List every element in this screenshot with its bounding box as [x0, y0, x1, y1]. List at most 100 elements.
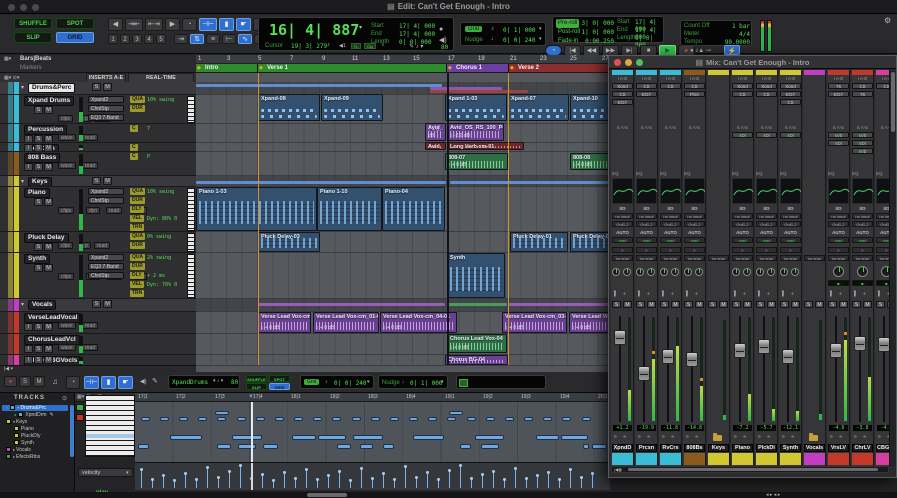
send-empty[interactable]: ·	[852, 156, 873, 161]
clip-verse-lead-vox-cm-03-01[interactable]: Verse Lead Vox-cm_03-01 ↕ + 0 dB	[502, 312, 567, 333]
strip-mute-button[interactable]: M	[671, 301, 680, 308]
midi-selector-tool[interactable]: ▮	[101, 376, 116, 389]
clip-chorus-bg-04[interactable]: Chorus BG-04	[445, 355, 508, 365]
velocity-stem-dot[interactable]	[591, 472, 594, 475]
midi-note-grid[interactable]	[135, 402, 610, 462]
strip-menu-icon[interactable]: ≡	[878, 434, 881, 440]
track-mute-button[interactable]: M	[44, 135, 53, 142]
midi-note[interactable]	[237, 417, 246, 421]
velocity-stem[interactable]	[305, 468, 308, 488]
track-mute-button[interactable]: M	[44, 144, 53, 151]
grabber-tool[interactable]: ☛	[236, 18, 251, 31]
midi-grid-playhead[interactable]	[251, 402, 253, 462]
clip-xpand-1-03[interactable]: Xpand 1-03	[445, 94, 507, 121]
rtp-qua[interactable]: QUA	[130, 188, 146, 195]
midi-scrub-icon[interactable]: ◀)	[140, 378, 147, 385]
track-tag-clips[interactable]: clips	[58, 273, 75, 280]
mix-vscrollbar[interactable]	[889, 70, 896, 466]
track-mute-button[interactable]: M	[44, 106, 53, 114]
folder-arrow-icon[interactable]: ▾	[13, 419, 15, 424]
output-path-selector[interactable]: Out1-2	[828, 221, 849, 227]
automation-mode-selector[interactable]: read	[756, 237, 777, 243]
eq-curve-display[interactable]	[612, 178, 633, 204]
input-monitor-button[interactable]: ▌	[758, 291, 762, 297]
send-empty[interactable]: ·	[684, 132, 705, 137]
pan-knob-left[interactable]	[732, 268, 740, 276]
midi-trim-tool[interactable]: ⊣⊢	[84, 376, 99, 389]
record-arm-button[interactable]: ●	[839, 291, 842, 297]
insert-empty[interactable]: ·	[852, 115, 873, 120]
insert-empty[interactable]: ·	[612, 107, 633, 112]
clip-long-verb-cm-01[interactable]: Long Verb.cm-01	[447, 142, 524, 150]
rtp-trn[interactable]: TRN	[130, 224, 145, 231]
rtp-qua[interactable]: QUA	[130, 233, 146, 240]
midi-note[interactable]	[332, 417, 341, 421]
input-path-selector[interactable]: no input	[684, 213, 705, 219]
zoom-preset-4[interactable]: 4	[144, 34, 154, 44]
insert-slot-xpand2[interactable]: Xpand2	[88, 96, 124, 103]
mode-shuffle[interactable]: SHUFFLE	[14, 18, 52, 29]
track-input-button[interactable]: I	[24, 356, 33, 364]
fader-value[interactable]: -19.9	[636, 424, 657, 432]
fader-value[interactable]: -3.8	[852, 424, 873, 432]
tracklist-gear-icon[interactable]: ▦▾ ⊙▾	[4, 75, 19, 81]
toolbar-gear-icon[interactable]: ⚙	[884, 16, 891, 25]
send-empty[interactable]: ·	[660, 156, 681, 161]
insert-xpnd[interactable]: Xpnd	[732, 83, 753, 89]
midi-note[interactable]	[371, 417, 380, 421]
velocity-stem-dot[interactable]	[580, 476, 583, 479]
velocity-stem[interactable]	[272, 479, 275, 488]
rtp-dly[interactable]: DLY	[130, 206, 144, 213]
velocity-stem-dot[interactable]	[481, 473, 484, 476]
record-arm-button[interactable]: ●	[863, 291, 866, 297]
rtp-c[interactable]: C	[130, 125, 138, 132]
insert-empty[interactable]: ·	[660, 99, 681, 104]
track-header-keys[interactable]: ▾ Keys S M	[0, 176, 196, 187]
insert-empty[interactable]: ·	[828, 107, 849, 112]
audio-zoom-tool[interactable]: ⇤⇥	[145, 18, 163, 31]
clip-808-08[interactable]: 808-08 ↕ + 0 dB	[570, 153, 610, 170]
selection-end-line[interactable]	[507, 73, 509, 365]
fader-value[interactable]: +1.2	[612, 424, 633, 432]
insert-xpnd[interactable]: Xpnd	[612, 83, 633, 89]
track-mini-keyboard[interactable]	[187, 233, 195, 252]
velocity-stem-dot[interactable]	[217, 476, 220, 479]
track-solo-button[interactable]: S	[34, 323, 43, 331]
eq-curve-display[interactable]	[828, 178, 849, 204]
highlighted-key[interactable]	[86, 434, 134, 438]
clip-xpand-10[interactable]: Xpand-10	[570, 94, 610, 121]
midi-track-item-efectsrtns[interactable]: ▸EfectsRtns	[2, 454, 68, 460]
velocity-stem-dot[interactable]	[140, 468, 143, 471]
track-input-button[interactable]: I	[24, 323, 33, 331]
fader-handle[interactable]	[686, 352, 698, 367]
midi-note[interactable]	[467, 417, 476, 421]
insert-slot-chnlstp[interactable]: ChnlStp	[88, 105, 124, 112]
link-timeline-selection[interactable]: ≡	[206, 34, 220, 44]
strip-menu-icon[interactable]: ≡	[662, 434, 665, 440]
midi-track-item-pluckdly[interactable]: PluckDly	[2, 433, 68, 439]
velocity-dropdown-icon[interactable]: ▾	[126, 470, 129, 476]
track-solo-button[interactable]: S	[92, 300, 101, 308]
send-svb[interactable]: sVb	[852, 132, 873, 138]
strip-name[interactable]: PlckDl	[756, 444, 777, 452]
clip-gain[interactable]: ↕ + 0 dB	[316, 325, 334, 331]
send-empty[interactable]: ·	[780, 148, 801, 153]
mix-vscrollbar-thumb[interactable]	[891, 72, 895, 132]
track-mute-button[interactable]: M	[44, 198, 53, 206]
strip-menu-icon[interactable]: ≡	[686, 434, 689, 440]
midi-track-item-xpnddrm[interactable]: ● XpndDrm ✎	[2, 412, 68, 418]
track-solo-button[interactable]: S	[34, 144, 43, 151]
velocity-stem-dot[interactable]	[437, 478, 440, 481]
track-solo-button[interactable]: S	[34, 243, 43, 251]
velocity-stem[interactable]	[492, 470, 495, 488]
strip-menu-icon[interactable]: ≡	[782, 434, 785, 440]
rtp-dur[interactable]: DUR	[130, 197, 145, 204]
mix-titlebar[interactable]: ▤ Mix: Can't Get Enough - Intro	[609, 56, 896, 69]
midi-note[interactable]	[524, 417, 533, 421]
track-name[interactable]: Vocals	[28, 300, 57, 310]
velocity-stem[interactable]	[239, 464, 242, 488]
strip-menu-icon[interactable]: ≡	[854, 434, 857, 440]
strip-menu-icon[interactable]: ≡	[758, 434, 761, 440]
fader-handle[interactable]	[614, 330, 626, 345]
velocity-stem-dot[interactable]	[448, 469, 451, 472]
